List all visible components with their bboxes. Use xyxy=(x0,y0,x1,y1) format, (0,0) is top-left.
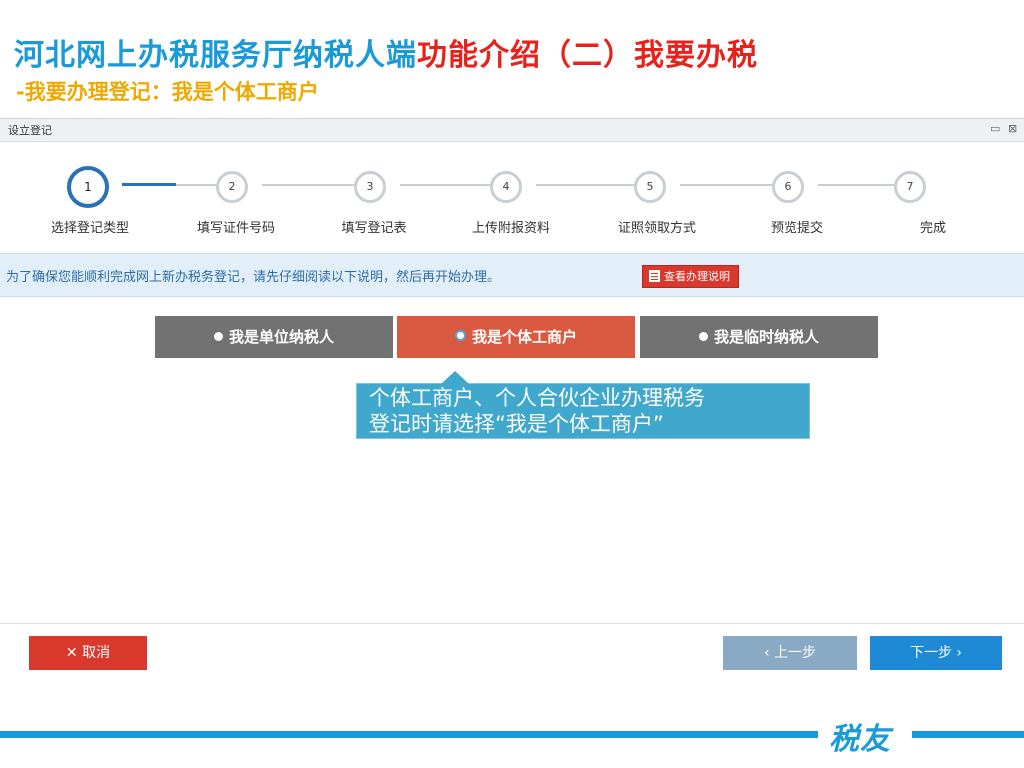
next-step-button[interactable]: 下一步 › xyxy=(870,636,1002,670)
step-label-2: 填写证件号码 xyxy=(196,221,276,236)
type-option-label: 我是单位纳税人 xyxy=(228,328,334,346)
step-connector xyxy=(818,184,894,186)
step-circle-2: 2 xyxy=(216,171,248,203)
document-icon xyxy=(649,270,660,282)
info-banner: 为了确保您能顺利完成网上新办税务登记，请先仔细阅读以下说明，然后再开始办理。 查… xyxy=(0,253,1024,297)
tooltip-line-2: 登记时请选择“我是个体工商户” xyxy=(369,412,664,436)
step-circle-6: 6 xyxy=(772,171,804,203)
cancel-button[interactable]: ✕ 取消 xyxy=(29,636,147,670)
step-progress: 1 2 3 4 5 6 7 选择登记类型 填写证件号码 填写登记表 上传附报资料… xyxy=(0,145,1024,236)
type-option-unit-taxpayer[interactable]: 我是单位纳税人 xyxy=(155,316,393,358)
type-option-label: 我是临时纳税人 xyxy=(713,328,819,346)
step-label-1: 选择登记类型 xyxy=(50,221,130,236)
maximize-icon[interactable]: ▭ xyxy=(990,122,1000,135)
footer-divider-left xyxy=(0,731,818,738)
slide-title-part2: 功能介绍（二）我要办税 xyxy=(417,38,758,73)
view-guide-button[interactable]: 查看办理说明 xyxy=(642,265,739,288)
step-label-6: 预览提交 xyxy=(770,221,824,236)
info-text: 为了确保您能顺利完成网上新办税务登记，请先仔细阅读以下说明，然后再开始办理。 xyxy=(6,270,501,285)
step-connector xyxy=(400,184,490,186)
step-label-7: 完成 xyxy=(919,221,947,236)
step-circle-5: 5 xyxy=(634,171,666,203)
window-titlebar: 设立登记 ▭ ⊠ xyxy=(0,119,1024,142)
step-label-4: 上传附报资料 xyxy=(471,221,551,236)
view-guide-label: 查看办理说明 xyxy=(664,270,730,283)
previous-step-button[interactable]: ‹ 上一步 xyxy=(723,636,857,670)
brand-logo: 税友 xyxy=(829,722,891,757)
step-label-3: 填写登记表 xyxy=(341,221,407,236)
step-connector xyxy=(122,183,176,186)
slide-title: 河北网上办税服务厅纳税人端功能介绍（二）我要办税 xyxy=(14,30,758,74)
callout-tooltip: 个体工商户、个人合伙企业办理税务 登记时请选择“我是个体工商户” xyxy=(356,371,810,439)
registration-window: 设立登记 ▭ ⊠ 1 2 3 4 5 6 7 选择登记类型 填写证件号码 填写登… xyxy=(0,118,1024,685)
step-connector xyxy=(536,184,634,186)
step-circle-7: 7 xyxy=(894,171,926,203)
step-label-5: 证照领取方式 xyxy=(617,221,697,236)
type-option-label: 我是个体工商户 xyxy=(471,328,577,346)
tooltip-line-1: 个体工商户、个人合伙企业办理税务 xyxy=(369,386,705,410)
close-icon[interactable]: ⊠ xyxy=(1008,122,1017,135)
type-option-temporary-taxpayer[interactable]: 我是临时纳税人 xyxy=(640,316,878,358)
radio-icon xyxy=(213,332,223,341)
slide-subtitle: -我要办理登记：我是个体工商户 xyxy=(16,80,319,104)
step-connector xyxy=(176,184,216,186)
step-circle-3: 3 xyxy=(354,171,386,203)
window-title: 设立登记 xyxy=(8,124,52,137)
step-connector xyxy=(262,184,354,186)
step-circle-4: 4 xyxy=(490,171,522,203)
radio-selected-icon xyxy=(454,330,466,341)
footer-divider-right xyxy=(912,731,1024,738)
step-circle-1: 1 xyxy=(67,166,109,208)
slide-title-part1: 河北网上办税服务厅纳税人端 xyxy=(14,38,417,73)
window-footer: ✕ 取消 ‹ 上一步 下一步 › xyxy=(0,623,1024,686)
radio-icon xyxy=(698,332,708,341)
type-option-individual-business[interactable]: 我是个体工商户 xyxy=(397,316,635,358)
step-connector xyxy=(680,184,772,186)
